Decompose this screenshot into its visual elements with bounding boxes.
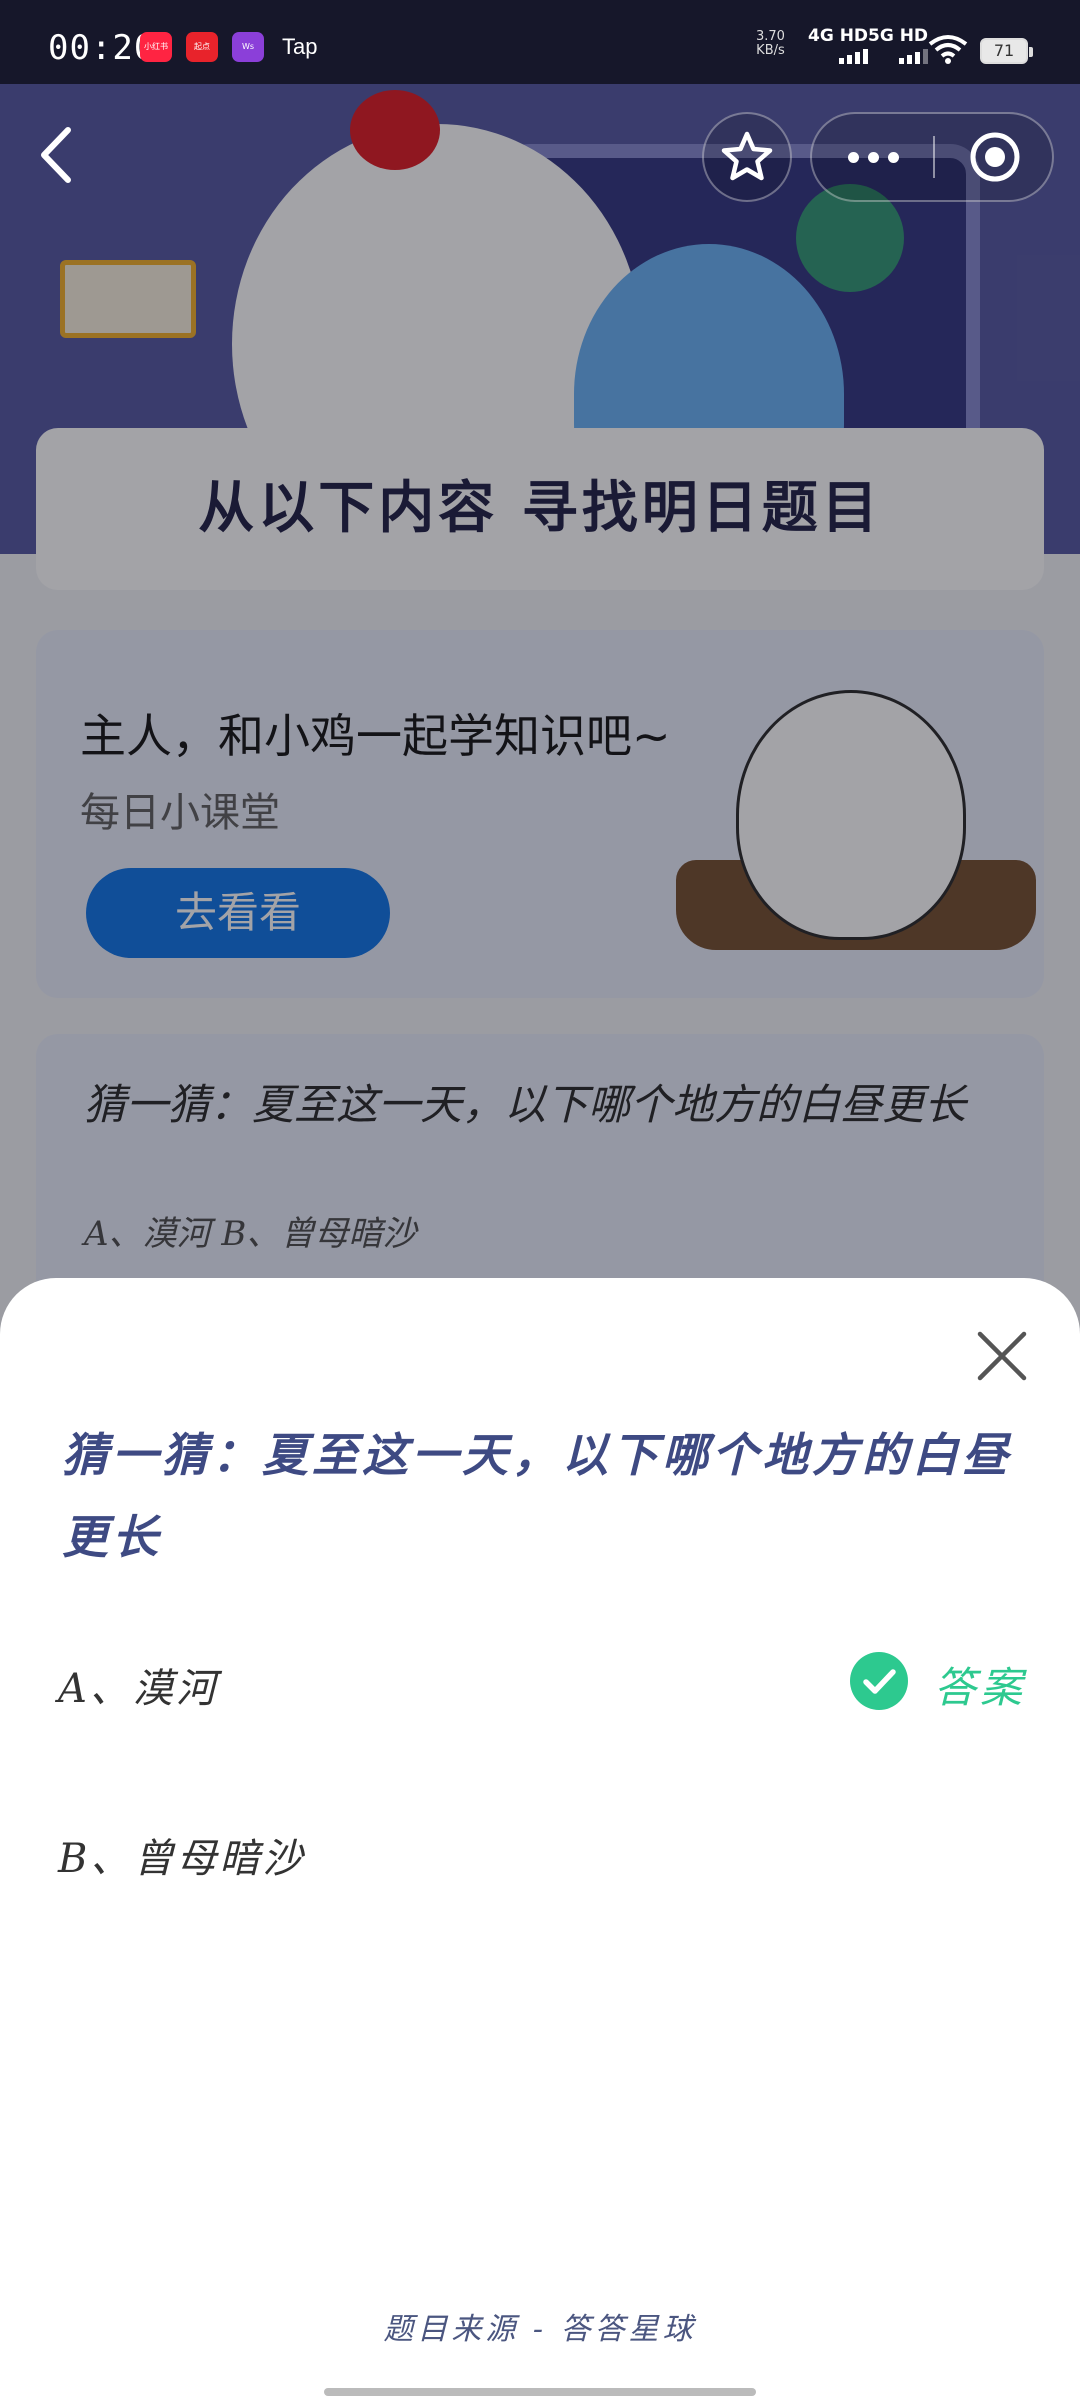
signal-5g-label: 5G HD [868,26,929,46]
question-text: 猜一猜：夏至这一天，以下哪个地方的白昼更长 [62,1428,1012,1564]
option-b[interactable]: B、曾母暗沙 [0,1802,1080,1902]
network-speed-value: 3.70 [756,29,785,44]
signal-bars-icon [808,49,869,64]
home-indicator[interactable] [324,2388,756,2396]
question-source: 题目来源 - 答答星球 [383,2312,697,2347]
signal-bars-icon [868,49,929,64]
notification-app-icons: 小红书 起点 Ws Tap [140,32,317,62]
network-speed: 3.70 KB/s [756,30,785,58]
option-a-label: A、漠河 [58,1666,219,1712]
tap-app-label: Tap [282,34,318,59]
xiaohongshu-app-icon: 小红书 [140,32,172,62]
signal-5g: 5G HD [868,26,929,64]
status-bar: 00:20 小红书 起点 Ws Tap 3.70 KB/s 4G HD 5G H… [0,0,1080,84]
answer-label: 答案 [934,1663,1027,1712]
network-speed-unit: KB/s [756,43,785,58]
check-icon [850,1652,908,1710]
answer-sheet: 猜一猜：夏至这一天，以下哪个地方的白昼更长 A、漠河 答案 B、曾母暗沙 题目来… [0,1278,1080,2400]
star-outline-icon [721,131,773,181]
more-dot [847,151,859,163]
wifi-icon [928,35,968,64]
exit-miniprogram-button[interactable] [934,114,1056,200]
more-dot [867,151,879,163]
target-close-icon [970,132,1020,182]
option-b-label: B、曾母暗沙 [58,1836,306,1882]
battery-icon: 71 [980,38,1033,64]
favorite-button[interactable] [702,112,792,202]
option-a[interactable]: A、漠河 答案 [0,1632,1080,1732]
more-dot [887,151,899,163]
close-icon[interactable] [974,1328,1030,1384]
more-button[interactable] [812,114,934,200]
signal-4g-label: 4G HD [808,26,869,46]
back-icon[interactable] [32,122,82,188]
ws-app-icon: Ws [232,32,264,62]
menu-capsule [810,112,1054,202]
signal-4g: 4G HD [808,26,869,64]
qidian-app-icon: 起点 [186,32,218,62]
